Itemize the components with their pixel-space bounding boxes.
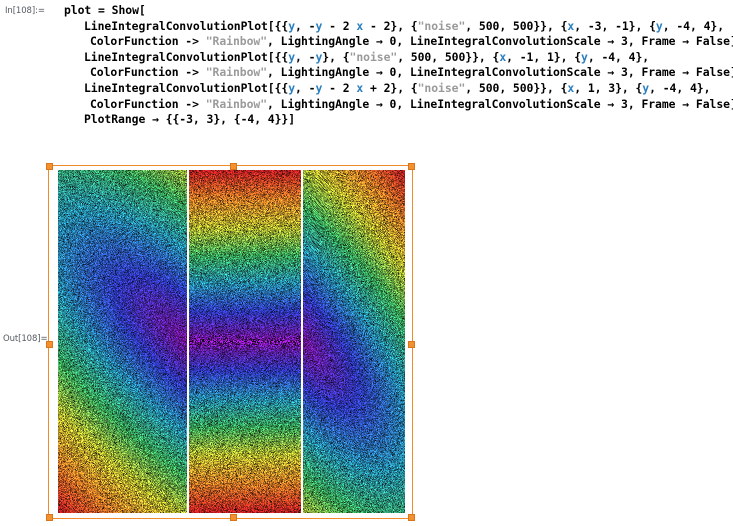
code-token: plot = Show[	[64, 3, 146, 17]
code-token: , 500, 500}}, {	[465, 80, 568, 95]
lic-panel-middle	[189, 170, 301, 513]
graphic-selection-frame[interactable]	[46, 163, 415, 521]
resize-handle-bottom-right[interactable]	[408, 514, 415, 521]
lic-panel-left	[58, 170, 187, 513]
code-token: , 1, 3}, {	[574, 80, 643, 95]
code-token: y	[581, 49, 588, 64]
code-token: "noise"	[349, 49, 398, 64]
code-token: , 500, 500}}, {	[397, 49, 500, 64]
line-integral-convolution-plot[interactable]	[58, 170, 405, 513]
code-token: }, {	[322, 49, 350, 64]
resize-handle-top-left[interactable]	[46, 163, 53, 170]
output-cell-label: Out[108]=	[3, 334, 48, 344]
code-line: LineIntegralConvolutionPlot[{{y, -y - 2 …	[64, 81, 732, 97]
code-token: LineIntegralConvolutionPlot[{{	[84, 80, 289, 95]
code-token: ColorFunction ->	[90, 65, 206, 80]
code-token: LineIntegralConvolutionPlot[{{	[84, 18, 289, 33]
resize-handle-top-right[interactable]	[408, 163, 415, 170]
notebook-document: In[108]:= plot = Show[LineIntegralConvol…	[0, 0, 733, 526]
code-token: , -1, 1}, {	[506, 49, 582, 64]
code-token: LineIntegralConvolutionPlot[{{	[84, 49, 289, 64]
code-token: + 2}, {	[363, 80, 418, 95]
code-token: , -3, -1}, {	[574, 18, 656, 33]
code-token: ColorFunction ->	[90, 96, 206, 111]
code-line: ColorFunction -> "Rainbow", LightingAngl…	[64, 96, 733, 113]
resize-handle-bottom-left[interactable]	[46, 514, 53, 521]
code-token: , -	[295, 80, 316, 95]
code-token: , LightingAngle → 0, LineIntegralConvolu…	[267, 34, 733, 49]
output-graphic-cell[interactable]	[46, 163, 415, 521]
input-cell-label: In[108]:=	[5, 6, 45, 16]
code-line: ColorFunction -> "Rainbow", LightingAngl…	[64, 65, 733, 81]
resize-handle-middle-left[interactable]	[46, 341, 53, 348]
code-token: - 2	[322, 80, 357, 95]
code-token: , -4, 4},	[649, 80, 711, 95]
code-token: y	[655, 18, 663, 33]
code-token: PlotRange → {{-3, 3}, {-4, 4}}]	[84, 112, 296, 127]
resize-handle-top-middle[interactable]	[230, 163, 237, 170]
code-token: , LightingAngle → 0, LineIntegralConvolu…	[267, 65, 733, 80]
code-token: ColorFunction ->	[90, 34, 206, 49]
code-line: ColorFunction -> "Rainbow", LightingAngl…	[64, 34, 733, 50]
code-line: plot = Show[	[64, 3, 732, 19]
code-line: LineIntegralConvolutionPlot[{{y, -y - 2 …	[64, 19, 732, 35]
lic-panel-right	[303, 170, 405, 513]
code-token: "Rainbow"	[205, 96, 268, 111]
input-code-cell[interactable]: plot = Show[LineIntegralConvolutionPlot[…	[64, 3, 733, 128]
code-token: , LightingAngle → 0, LineIntegralConvolu…	[267, 96, 733, 111]
code-token: , 500, 500}}, {	[465, 18, 568, 33]
code-line: LineIntegralConvolutionPlot[{{y, -y}, {"…	[64, 50, 732, 66]
resize-handle-middle-right[interactable]	[408, 341, 415, 348]
code-token: , -	[295, 49, 316, 64]
code-token: "noise"	[417, 18, 466, 33]
code-token: , -4, 4},	[662, 18, 725, 33]
code-token: - 2	[322, 18, 357, 33]
code-token: , -4, 4},	[587, 49, 650, 64]
code-token: , -	[295, 18, 316, 33]
code-token: - 2}, {	[363, 18, 418, 33]
code-token: "noise"	[417, 80, 466, 95]
code-line: PlotRange → {{-3, 3}, {-4, 4}}]	[64, 112, 732, 128]
code-token: "Rainbow"	[205, 34, 268, 49]
code-token: "Rainbow"	[205, 65, 268, 80]
resize-handle-bottom-middle[interactable]	[230, 514, 237, 521]
